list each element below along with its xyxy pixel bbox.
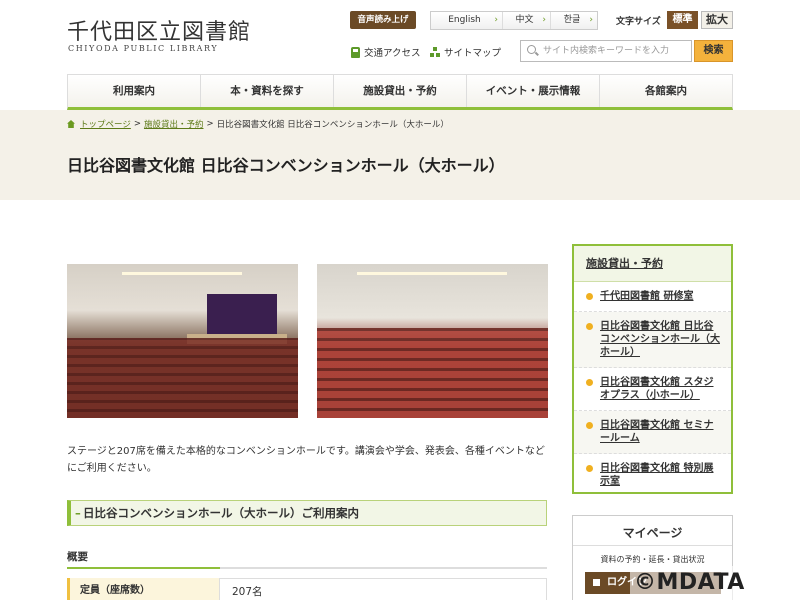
sitemap-link[interactable]: サイトマップ <box>430 45 501 59</box>
sitemap-label: サイトマップ <box>444 48 502 59</box>
nav-item-facility[interactable]: 施設貸出・予約 <box>334 75 467 108</box>
nav-item-events[interactable]: イベント・展示情報 <box>467 75 600 108</box>
capacity-label: 定員（座席数） <box>67 578 219 600</box>
lang-chinese-label: 中文 <box>515 15 534 25</box>
language-switcher: English › 中文 › 한글 › <box>430 11 598 30</box>
sidebar-facility-menu: 施設貸出・予約 千代田図書館 研修室 日比谷図書文化館 日比谷コンベンションホー… <box>572 244 733 494</box>
capacity-value: 207名 <box>219 578 547 600</box>
sidebar-heading[interactable]: 施設貸出・予約 <box>574 246 731 282</box>
site-logo-title[interactable]: 千代田区立図書館 <box>67 14 251 46</box>
site-logo-subtitle: CHIYODA PUBLIC LIBRARY <box>68 44 219 53</box>
sitemap-icon <box>430 47 440 57</box>
sidebar-item-studio-plus[interactable]: 日比谷図書文化館 スタジオプラス（小ホール） <box>574 368 731 411</box>
font-size-standard-button[interactable]: 標準 <box>667 11 698 29</box>
access-link[interactable]: 交通アクセス <box>351 45 421 59</box>
breadcrumb-separator: > <box>133 119 141 129</box>
lang-english-label: English <box>448 15 481 25</box>
search-icon <box>527 45 536 54</box>
watermark: ©MDATA <box>630 566 800 600</box>
home-icon <box>67 120 75 128</box>
font-size-label: 文字サイズ <box>616 17 661 27</box>
access-label: 交通アクセス <box>364 48 421 59</box>
breadcrumb-home-link[interactable]: トップページ <box>80 118 131 130</box>
site-header: 千代田区立図書館 CHIYODA PUBLIC LIBRARY 音声読み上げ E… <box>0 0 800 74</box>
section-heading-usage: 日比谷コンベンションホール（大ホール）ご利用案内 <box>67 500 547 526</box>
chevron-right-icon: › <box>542 15 546 25</box>
lang-english-link[interactable]: English › <box>431 12 503 29</box>
nav-item-search-books[interactable]: 本・資料を探す <box>201 75 334 108</box>
overview-divider <box>67 567 547 569</box>
lang-chinese-link[interactable]: 中文 › <box>503 12 551 29</box>
hall-seating-photo <box>317 264 548 418</box>
search-input[interactable]: サイト内検索キーワードを入力 <box>520 40 692 62</box>
lang-korean-link[interactable]: 한글 › <box>551 12 597 29</box>
train-icon <box>351 46 360 58</box>
breadcrumb-current: 日比谷図書文化館 日比谷コンベンションホール（大ホール） <box>216 120 449 130</box>
search-button[interactable]: 検索 <box>694 40 733 62</box>
breadcrumb-separator: > <box>206 119 214 129</box>
hall-description: ステージと207席を備えた本格的なコンベンションホールです。講演会や学会、発表会… <box>67 446 545 474</box>
overview-heading: 概要 <box>67 551 88 563</box>
global-nav: 利用案内 本・資料を探す 施設貸出・予約 イベント・展示情報 各館案内 <box>67 74 733 110</box>
sidebar-item-convention-hall[interactable]: 日比谷図書文化館 日比谷コンベンションホール（大ホール） <box>574 312 731 368</box>
voice-reading-button[interactable]: 音声読み上げ <box>350 11 416 29</box>
nav-item-branches[interactable]: 各館案内 <box>600 75 732 108</box>
breadcrumb: トップページ > 施設貸出・予約 > 日比谷図書文化館 日比谷コンベンションホー… <box>67 118 449 130</box>
sidebar-item-seminar-room[interactable]: 日比谷図書文化館 セミナールーム <box>574 411 731 454</box>
search-placeholder: サイト内検索キーワードを入力 <box>543 46 670 56</box>
chevron-right-icon: › <box>589 15 593 25</box>
nav-item-usage[interactable]: 利用案内 <box>68 75 201 108</box>
lock-icon <box>593 579 600 586</box>
breadcrumb-facility-link[interactable]: 施設貸出・予約 <box>144 118 204 130</box>
font-size-large-button[interactable]: 拡大 <box>701 11 733 29</box>
lang-korean-label: 한글 <box>563 15 581 25</box>
sidebar-item-exhibition-room[interactable]: 日比谷図書文化館 特別展示室 <box>574 454 731 496</box>
mypage-title: マイページ <box>573 516 732 546</box>
page-title: 日比谷図書文化館 日比谷コンベンションホール（大ホール） <box>67 156 505 175</box>
sidebar-item-chiyoda-training-room[interactable]: 千代田図書館 研修室 <box>574 282 731 312</box>
mypage-subtitle: 資料の予約・延長・貸出状況 <box>600 555 705 564</box>
chevron-right-icon: › <box>494 15 498 25</box>
hall-stage-photo <box>67 264 298 418</box>
